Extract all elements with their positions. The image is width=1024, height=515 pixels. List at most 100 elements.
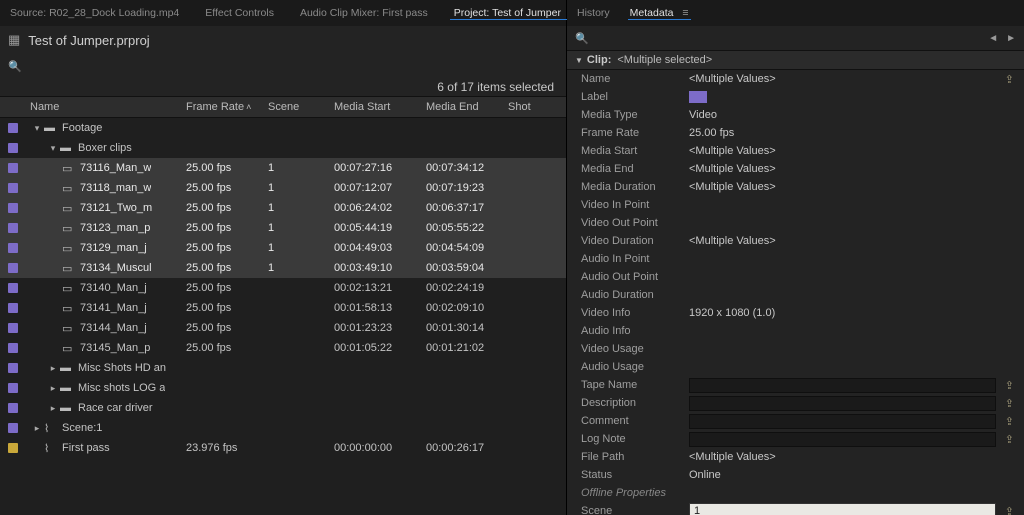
project-row[interactable]: ▭73144_Man_j25.00 fps00:01:23:2300:01:30… [0, 318, 566, 338]
metadata-row: Video Out Point [567, 214, 1024, 232]
metadata-label: Video Info [581, 307, 689, 319]
cell-frame-rate: 25.00 fps [186, 202, 268, 214]
metadata-input[interactable] [690, 415, 995, 427]
metadata-input[interactable] [690, 379, 995, 391]
metadata-value: 1920 x 1080 (1.0) [689, 307, 1024, 319]
selection-status: 6 of 17 items selected [0, 78, 566, 96]
expand-toggle-icon[interactable]: ▸ [46, 403, 60, 414]
project-row[interactable]: ▭73140_Man_j25.00 fps00:02:13:2100:02:24… [0, 278, 566, 298]
project-browser-icon[interactable]: ▦ [8, 32, 20, 48]
project-row[interactable]: ▭73134_Muscul25.00 fps100:03:49:1000:03:… [0, 258, 566, 278]
cell-frame-rate: 25.00 fps [186, 282, 268, 294]
label-chip [8, 403, 18, 413]
lock-icon: ⇪ [1005, 397, 1014, 410]
tab-project-label: Project: Test of Jumper [454, 7, 561, 19]
cell-media-end: 00:06:37:17 [426, 202, 508, 214]
expand-toggle-icon[interactable]: ▸ [46, 383, 60, 394]
metadata-search-input[interactable] [595, 32, 988, 44]
metadata-row: Audio Info [567, 322, 1024, 340]
project-search-input[interactable] [28, 60, 558, 72]
project-row[interactable]: ▭73129_man_j25.00 fps100:04:49:0300:04:5… [0, 238, 566, 258]
cell-media-start: 00:00:00:00 [334, 442, 426, 454]
clip-icon: ▭ [62, 342, 80, 355]
metadata-row: Media End<Multiple Values> [567, 160, 1024, 178]
project-row[interactable]: ▭73118_man_w25.00 fps100:07:12:0700:07:1… [0, 178, 566, 198]
project-row[interactable]: ▾▬Boxer clips [0, 138, 566, 158]
col-name[interactable]: Name [26, 101, 186, 113]
label-chip [8, 283, 18, 293]
prev-arrow-icon[interactable]: ◄ [988, 33, 998, 44]
expand-toggle-icon[interactable]: ▾ [30, 123, 44, 134]
folder-icon: ▬ [60, 142, 78, 154]
project-row[interactable]: ▸▬Race car driver [0, 398, 566, 418]
next-arrow-icon[interactable]: ► [1006, 33, 1016, 44]
cell-scene: 1 [268, 202, 334, 214]
expand-toggle-icon[interactable]: ▾ [46, 143, 60, 154]
project-row[interactable]: ▭73121_Two_m25.00 fps100:06:24:0200:06:3… [0, 198, 566, 218]
project-row[interactable]: ▭73116_Man_w25.00 fps100:07:27:1600:07:3… [0, 158, 566, 178]
cell-media-end: 00:05:55:22 [426, 222, 508, 234]
expand-toggle-icon[interactable]: ▸ [46, 363, 60, 374]
panel-tabs: Source: R02_28_Dock Loading.mp4 Effect C… [0, 0, 566, 26]
metadata-label: Description [581, 397, 689, 409]
metadata-input[interactable] [690, 397, 995, 409]
sequence-icon: ⌇ [44, 422, 62, 435]
tab-audio-mixer[interactable]: Audio Clip Mixer: First pass [296, 7, 432, 19]
expand-toggle-icon[interactable]: ▸ [30, 423, 44, 434]
project-row[interactable]: ▸▬Misc shots LOG a [0, 378, 566, 398]
search-icon: 🔍 [8, 60, 22, 73]
cell-frame-rate: 25.00 fps [186, 342, 268, 354]
disclosure-triangle-icon[interactable]: ▼ [575, 56, 583, 65]
cell-media-start: 00:06:24:02 [334, 202, 426, 214]
col-shot[interactable]: Shot [508, 101, 558, 113]
cell-media-end: 00:00:26:17 [426, 442, 508, 454]
item-name: Misc Shots HD an [78, 362, 166, 374]
metadata-nav-arrows: ◄ ► [988, 33, 1016, 44]
label-color-swatch[interactable] [689, 91, 707, 103]
project-header: ▦ Test of Jumper.prproj [0, 26, 566, 54]
panel-menu-icon[interactable]: ≡ [682, 7, 688, 19]
cell-media-end: 00:03:59:04 [426, 262, 508, 274]
tab-project[interactable]: Project: Test of Jumper ≡ [450, 7, 580, 20]
metadata-label: Audio Usage [581, 361, 689, 373]
project-row[interactable]: ▭73145_Man_p25.00 fps00:01:05:2200:01:21… [0, 338, 566, 358]
tab-effect-controls[interactable]: Effect Controls [201, 7, 278, 19]
metadata-label: Media Type [581, 109, 689, 121]
sort-asc-icon: ˄ [246, 102, 251, 112]
item-name: 73141_Man_j [80, 302, 147, 314]
col-media-start[interactable]: Media Start [334, 101, 426, 113]
project-row[interactable]: ▾▬Footage [0, 118, 566, 138]
clip-section-header[interactable]: ▼ Clip: <Multiple selected> [567, 50, 1024, 70]
item-name: 73118_man_w [80, 182, 151, 194]
metadata-row: Video Usage [567, 340, 1024, 358]
tab-history[interactable]: History [575, 7, 612, 19]
cell-media-end: 00:02:09:10 [426, 302, 508, 314]
project-row[interactable]: ▭73123_man_p25.00 fps100:05:44:1900:05:5… [0, 218, 566, 238]
label-chip [8, 183, 18, 193]
metadata-label: Label [581, 91, 689, 103]
label-chip [8, 243, 18, 253]
metadata-label: Media Duration [581, 181, 689, 193]
cell-scene: 1 [268, 262, 334, 274]
project-row[interactable]: ▸⌇Scene:1 [0, 418, 566, 438]
cell-media-end: 00:01:30:14 [426, 322, 508, 334]
metadata-label: Audio In Point [581, 253, 689, 265]
columns-header: Name Frame Rate˄ Scene Media Start Media… [0, 96, 566, 118]
tab-metadata[interactable]: Metadata ≡ [628, 7, 691, 20]
project-row[interactable]: ▸▬Misc Shots HD an [0, 358, 566, 378]
metadata-row: Label [567, 88, 1024, 106]
item-name: 73116_Man_w [80, 162, 151, 174]
metadata-input[interactable] [690, 505, 995, 515]
item-name: Boxer clips [78, 142, 132, 154]
cell-scene: 1 [268, 242, 334, 254]
col-media-end[interactable]: Media End [426, 101, 508, 113]
metadata-section-label: Offline Properties [567, 484, 1024, 502]
metadata-row: Audio Duration [567, 286, 1024, 304]
col-scene[interactable]: Scene [268, 101, 334, 113]
project-row[interactable]: ⌇First pass23.976 fps00:00:00:0000:00:26… [0, 438, 566, 458]
project-row[interactable]: ▭73141_Man_j25.00 fps00:01:58:1300:02:09… [0, 298, 566, 318]
item-name: 73134_Muscul [80, 262, 152, 274]
col-frame-rate[interactable]: Frame Rate˄ [186, 101, 268, 113]
metadata-input[interactable] [690, 433, 995, 445]
tab-source[interactable]: Source: R02_28_Dock Loading.mp4 [6, 7, 183, 19]
